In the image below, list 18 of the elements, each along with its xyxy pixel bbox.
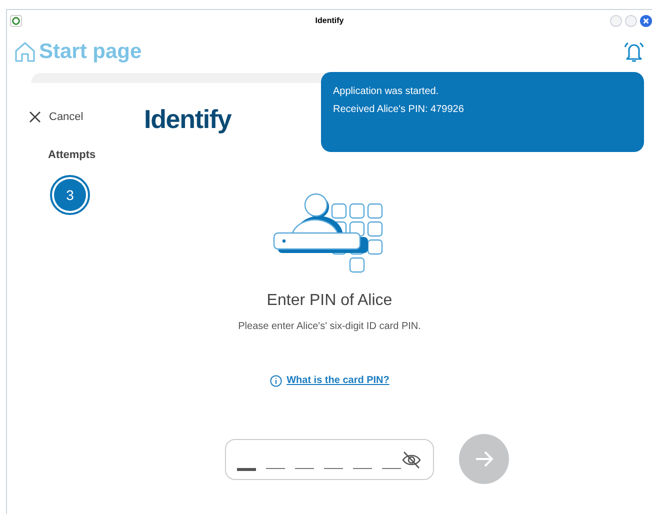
info-icon [270,374,282,386]
arrow-right-icon [474,449,494,469]
page-title: Identify [144,103,232,136]
app-icon [10,14,22,26]
pin-description: Please enter Alice's' six-digit ID card PIN. [238,320,421,334]
pin-field[interactable] [224,438,434,480]
toast-message: Received Alice's PIN: 479926 [333,103,465,117]
close-icon [29,111,41,124]
pin-heading: Enter PIN of Alice [266,291,392,311]
toast-message: Application was started. [333,85,440,99]
window-title: Identify [315,14,344,26]
help-link[interactable]: What is the card PIN? [270,373,390,388]
attempts-badge: 3 [50,175,90,215]
cancel-button[interactable]: Cancel [29,109,84,126]
attempts-label: Attempts [48,148,97,162]
notification-bell-icon[interactable] [622,40,646,64]
home-icon[interactable] [14,41,36,63]
close-button[interactable] [640,14,652,26]
